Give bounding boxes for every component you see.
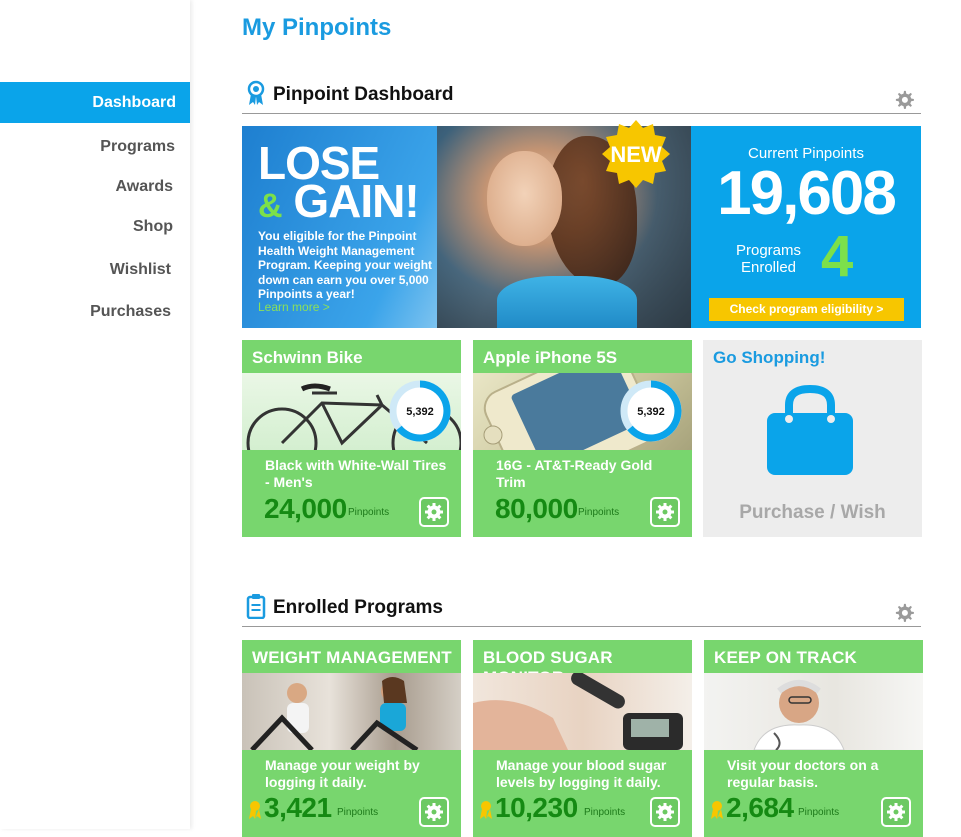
medal-icon <box>711 801 723 819</box>
points-panel: Current Pinpoints 19,608 Programs Enroll… <box>691 126 921 328</box>
current-pinpoints-value: 19,608 <box>717 159 897 228</box>
program-unit: Pinpoints <box>337 807 379 818</box>
program-description: Manage your weight by logging it daily. <box>265 757 420 790</box>
learn-more-link[interactable]: Learn more > <box>258 300 330 314</box>
hero-photo-face <box>487 151 562 246</box>
hero-body: You eligible for the Pinpoint Health Wei… <box>258 229 433 301</box>
program-unit: Pinpoints <box>584 807 626 818</box>
program-unit: Pinpoints <box>798 807 840 818</box>
program-description: Visit your doctors on a regular basis. <box>727 757 879 790</box>
reward-card[interactable]: Apple iPhone 5S 5,392 16G - AT&T-Ready G… <box>473 340 692 537</box>
reward-title: Schwinn Bike <box>252 348 363 367</box>
go-shopping-title: Go Shopping! <box>713 348 826 367</box>
programs-enrolled-label: Programs Enrolled <box>736 242 801 276</box>
program-description: Manage your blood sugar levels by loggin… <box>496 757 667 790</box>
programs-enrolled-label-1: Programs <box>736 242 802 259</box>
reward-price: 80,000 <box>495 493 578 524</box>
gear-icon <box>425 803 443 821</box>
sidebar-item-dashboard[interactable]: Dashboard <box>0 82 190 123</box>
hero-photo-shirt <box>497 276 637 328</box>
progress-ring: 5,392 <box>389 380 451 442</box>
sidebar-item-wishlist[interactable]: Wishlist <box>110 261 171 279</box>
ribbon-icon <box>247 80 265 105</box>
sidebar-item-shop[interactable]: Shop <box>133 218 173 236</box>
program-points: 3,421 <box>264 792 332 823</box>
program-title: WEIGHT MANAGEMENT <box>252 648 452 667</box>
new-badge-label: NEW <box>610 142 662 167</box>
program-image <box>704 673 923 751</box>
sidebar: Dashboard Programs Awards Shop Wishlist … <box>0 0 190 829</box>
reward-title: Apple iPhone 5S <box>483 348 618 367</box>
shopping-bag-icon <box>767 385 853 475</box>
program-title: KEEP ON TRACK <box>714 648 858 667</box>
programs-enrolled-value: 4 <box>821 224 854 289</box>
enrolled-section-header: Enrolled Programs <box>242 593 921 627</box>
reward-description: Black with White-Wall Tires - Men's <box>265 457 447 490</box>
reward-image: 5,392 <box>242 373 461 479</box>
reward-unit: Pinpoints <box>348 507 390 518</box>
gear-icon <box>656 803 674 821</box>
hero-headline-2: & GAIN! <box>258 175 420 229</box>
program-points: 2,684 <box>726 792 794 823</box>
program-image <box>473 671 692 750</box>
progress-ring-value: 5,392 <box>637 406 665 418</box>
hero-ampersand: & <box>258 187 283 225</box>
reward-settings-button[interactable] <box>419 497 449 527</box>
progress-ring: 5,392 <box>620 380 682 442</box>
dashboard-heading: Pinpoint Dashboard <box>273 84 454 105</box>
clipboard-icon <box>246 594 266 619</box>
sidebar-item-programs[interactable]: Programs <box>100 138 175 156</box>
programs-enrolled-label-2: Enrolled <box>740 259 797 276</box>
check-eligibility-button[interactable]: Check program eligibility > <box>709 298 904 321</box>
reward-image: 5,392 <box>473 340 692 495</box>
medal-icon <box>249 801 261 819</box>
reward-card[interactable]: Schwinn Bike 5,392 Black with White-Wall… <box>242 340 461 537</box>
gear-icon <box>656 503 674 521</box>
doctor-image <box>753 680 845 751</box>
progress-ring-value: 5,392 <box>406 406 434 418</box>
gear-icon[interactable] <box>895 603 915 623</box>
gear-icon[interactable] <box>895 90 915 110</box>
sidebar-item-purchases[interactable]: Purchases <box>90 303 171 321</box>
reward-settings-button[interactable] <box>650 497 680 527</box>
program-points: 10,230 <box>495 792 578 823</box>
dashboard-section-header: Pinpoint Dashboard <box>242 80 921 114</box>
hero-headline-gain: GAIN! <box>293 175 419 227</box>
medal-icon <box>480 801 492 819</box>
reward-price: 24,000 <box>264 493 347 524</box>
program-settings-button[interactable] <box>881 797 911 827</box>
gear-icon <box>425 503 443 521</box>
new-badge: NEW <box>602 120 670 188</box>
reward-unit: Pinpoints <box>578 507 620 518</box>
sidebar-item-awards[interactable]: Awards <box>115 178 173 196</box>
program-card[interactable]: WEIGHT MANAGEMENT Manage your weight by … <box>242 640 461 837</box>
program-settings-button[interactable] <box>650 797 680 827</box>
blood-sugar-image <box>473 671 683 750</box>
program-card[interactable]: KEEP ON TRACK Visit your doctors on a re… <box>704 640 923 837</box>
gear-icon <box>887 803 905 821</box>
go-shopping-card[interactable]: Go Shopping! Purchase / Wish <box>703 340 922 537</box>
weight-management-image <box>250 677 419 753</box>
page-title: My Pinpoints <box>242 14 392 41</box>
enrolled-heading: Enrolled Programs <box>273 597 443 618</box>
purchase-wish-label[interactable]: Purchase / Wish <box>703 502 922 524</box>
program-card[interactable]: BLOOD SUGAR MONITOR Manage your blood su… <box>473 640 692 837</box>
program-image <box>242 673 461 753</box>
program-settings-button[interactable] <box>419 797 449 827</box>
reward-description: 16G - AT&T-Ready Gold Trim <box>496 457 653 490</box>
